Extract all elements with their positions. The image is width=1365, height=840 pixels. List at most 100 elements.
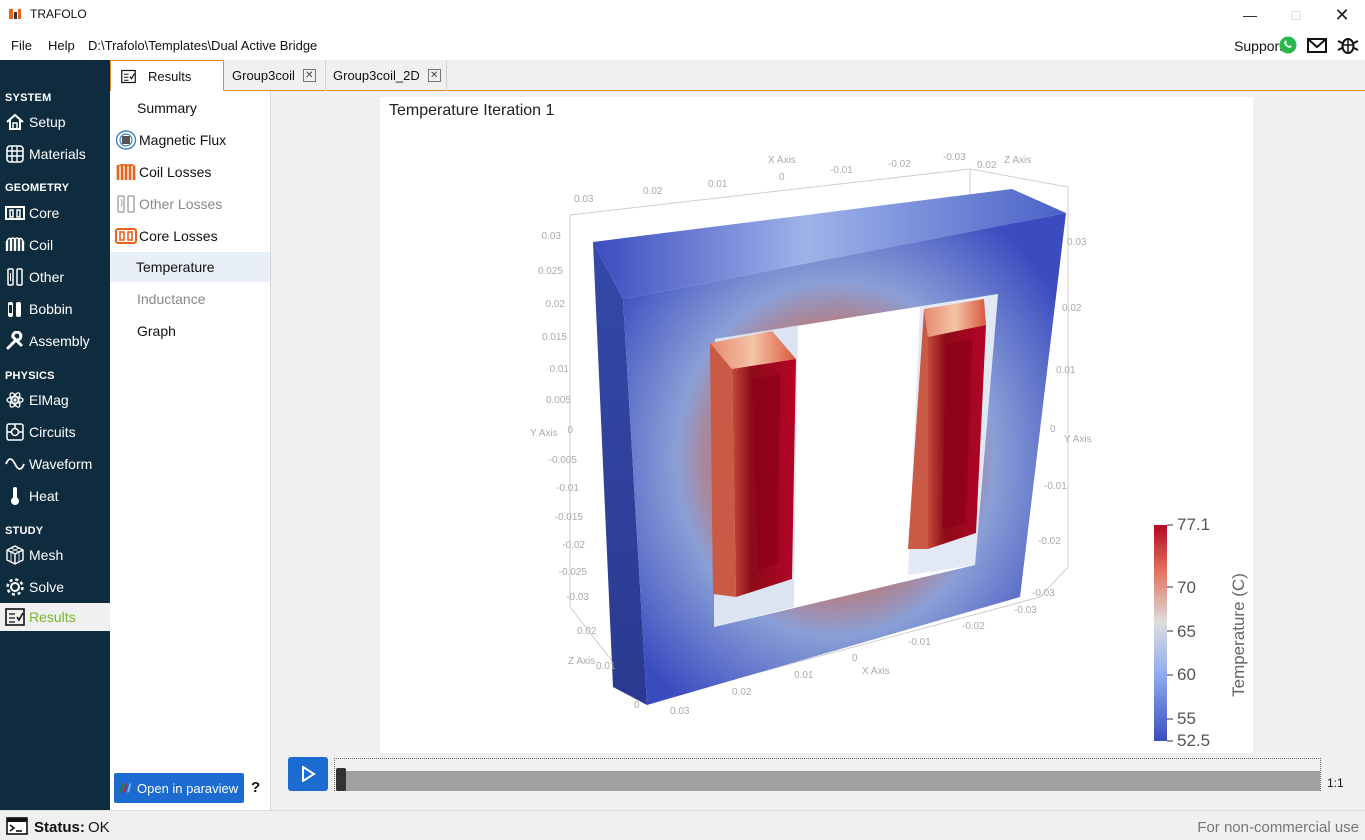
- right-tick: -0.01: [1044, 481, 1067, 492]
- open-in-paraview-button[interactable]: Open in paraview: [114, 773, 244, 803]
- nav-results[interactable]: Results: [0, 603, 110, 631]
- nav-setup[interactable]: Setup: [0, 108, 110, 136]
- email-icon[interactable]: [1306, 35, 1328, 55]
- status-value: OK: [88, 819, 110, 836]
- timeline-track[interactable]: [336, 771, 1320, 791]
- tab-results[interactable]: Results: [110, 60, 224, 92]
- bottom-tick: -0.02: [962, 621, 985, 632]
- nav-circuits[interactable]: Circuits: [0, 418, 110, 446]
- license-note: For non-commercial use: [1197, 819, 1359, 836]
- close-tab-icon[interactable]: ✕: [427, 69, 441, 82]
- nav-mesh[interactable]: Mesh: [0, 541, 110, 569]
- temperature-scene[interactable]: X Axis Z Axis 0.03 0.02 0.01 0 -0.01 -0.…: [380, 97, 1253, 753]
- nav-solve[interactable]: Solve: [0, 573, 110, 601]
- play-button[interactable]: [288, 757, 328, 791]
- close-button[interactable]: ✕: [1319, 0, 1365, 30]
- thermometer-icon: [11, 487, 19, 505]
- menu-file[interactable]: File: [11, 38, 32, 53]
- results-core-losses[interactable]: Core Losses: [110, 221, 270, 251]
- left-tick: 0.005: [546, 395, 571, 406]
- nav-waveform-label: Waveform: [29, 456, 93, 472]
- left-tick: 0.02: [546, 299, 566, 310]
- results-other-losses[interactable]: Other Losses: [110, 189, 270, 219]
- maximize-button[interactable]: □: [1273, 0, 1319, 30]
- nav-results-label: Results: [29, 609, 76, 625]
- temperature-3d-viewer[interactable]: X Axis Z Axis 0.03 0.02 0.01 0 -0.01 -0.…: [380, 97, 1253, 753]
- nav-mesh-label: Mesh: [29, 547, 64, 563]
- x-axis-label-bottom: X Axis: [862, 666, 890, 677]
- bug-report-icon[interactable]: [1337, 35, 1359, 55]
- results-graph[interactable]: Graph: [110, 316, 270, 346]
- results-core-losses-label: Core Losses: [139, 228, 218, 244]
- nav-assembly[interactable]: Assembly: [0, 327, 110, 355]
- results-other-losses-label: Other Losses: [139, 196, 223, 212]
- terminal-icon[interactable]: [6, 816, 28, 836]
- tab-results-label: Results: [148, 68, 192, 84]
- nav-core[interactable]: Core: [0, 199, 110, 227]
- top-tick: 0.03: [574, 194, 594, 205]
- nav-core-label: Core: [29, 205, 60, 221]
- tab-group3coil[interactable]: Group3coil ✕: [224, 60, 326, 91]
- coil-losses-icon: [116, 164, 136, 180]
- nav-materials[interactable]: Materials: [0, 140, 110, 168]
- nav-coil[interactable]: Coil: [0, 231, 110, 259]
- left-tick: 0.015: [542, 332, 567, 343]
- left-tick: -0.015: [555, 512, 584, 523]
- menu-help[interactable]: Help: [48, 38, 75, 53]
- close-tab-icon[interactable]: ✕: [302, 69, 316, 82]
- tab-group3coil-2d-label: Group3coil_2D: [333, 68, 420, 83]
- bottom-tick: -0.01: [908, 637, 931, 648]
- nav-solve-label: Solve: [29, 579, 65, 595]
- nav-elmag[interactable]: ElMag: [0, 386, 110, 414]
- wrench-icon: [6, 331, 23, 350]
- bottom-tick: 0.02: [732, 687, 752, 698]
- minimize-button[interactable]: —: [1227, 0, 1273, 30]
- results-coil-losses-label: Coil Losses: [139, 164, 212, 180]
- nav-elmag-label: ElMag: [29, 392, 69, 408]
- results-inductance-label: Inductance: [137, 291, 206, 307]
- other-losses-icon: [117, 195, 135, 213]
- results-summary[interactable]: Summary: [110, 93, 270, 123]
- home-icon: [6, 113, 24, 130]
- left-tick: -0.025: [559, 567, 588, 578]
- colorbar-tick: 65: [1177, 622, 1196, 641]
- top-tick: 0.01: [708, 179, 728, 190]
- results-magnetic-flux-label: Magnetic Flux: [139, 132, 227, 148]
- left-tick: -0.03: [566, 592, 589, 603]
- tab-group3coil-2d[interactable]: Group3coil_2D ✕: [326, 60, 447, 91]
- nav-heat[interactable]: Heat: [0, 482, 110, 510]
- nav-bobbin[interactable]: Bobbin: [0, 295, 110, 323]
- bottom-tick: 0.01: [794, 670, 814, 681]
- z-axis-label-bottom: Z Axis: [568, 656, 595, 667]
- results-graph-label: Graph: [137, 323, 176, 339]
- section-study: STUDY: [5, 525, 44, 537]
- nav-waveform[interactable]: Waveform: [0, 450, 110, 478]
- open-in-paraview-label: Open in paraview: [137, 780, 239, 796]
- section-system: SYSTEM: [5, 92, 52, 104]
- core-icon: [5, 206, 25, 220]
- left-tick: 0.025: [538, 266, 563, 277]
- timeline-slider[interactable]: [334, 758, 1321, 791]
- trafolo-logo-icon: [9, 9, 21, 19]
- colorbar-tick: 55: [1177, 709, 1196, 728]
- nav-other[interactable]: Other: [0, 263, 110, 291]
- y-axis-label-left: Y Axis: [530, 428, 558, 439]
- right-tick: -0.03: [1032, 588, 1055, 599]
- atom-icon: [6, 392, 24, 408]
- coil-icon: [5, 237, 25, 251]
- temperature-colorbar: 77.1 70 65 60 55 52.5 Temperature (C): [1154, 515, 1248, 750]
- results-inductance[interactable]: Inductance: [110, 284, 270, 314]
- colorbar-tick: 52.5: [1177, 731, 1210, 750]
- results-coil-losses[interactable]: Coil Losses: [110, 157, 270, 187]
- nav-coil-label: Coil: [29, 237, 54, 253]
- core-losses-icon: [115, 228, 137, 244]
- frame-ratio: 1:1: [1327, 776, 1344, 790]
- results-magnetic-flux[interactable]: Magnetic Flux: [110, 125, 270, 155]
- gear-icon: [6, 578, 24, 596]
- whatsapp-icon[interactable]: [1277, 35, 1299, 55]
- results-temperature[interactable]: Temperature: [110, 252, 270, 282]
- bobbin-icon: [8, 302, 21, 317]
- timeline-handle[interactable]: [336, 768, 346, 791]
- nav-assembly-label: Assembly: [29, 333, 90, 349]
- help-button[interactable]: ?: [251, 779, 260, 796]
